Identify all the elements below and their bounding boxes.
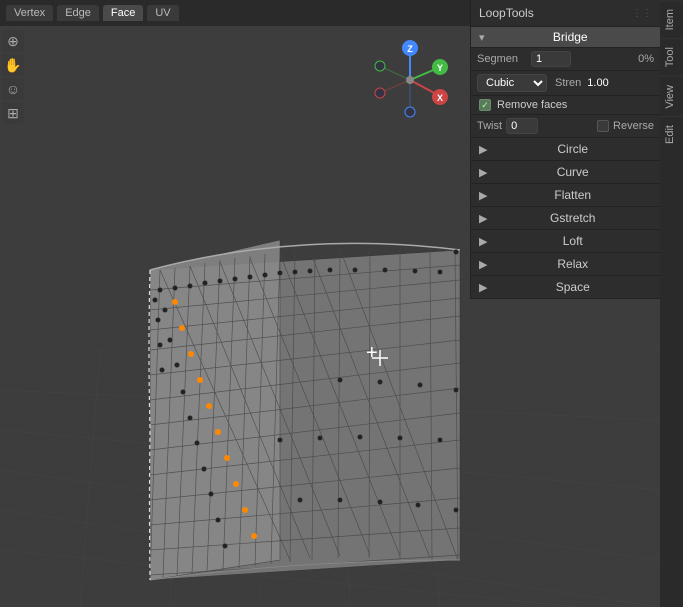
tool-item-curve[interactable]: ▶ Curve [471,161,660,184]
looptools-panel: LoopTools ⋮⋮ ▾ Bridge Segmen 0% Cubic St… [470,0,660,299]
bridge-label: Bridge [489,30,652,44]
grid-tool-button[interactable]: ⊞ [2,102,24,124]
tool-name-label: Loft [493,234,652,248]
tool-item-space[interactable]: ▶ Space [471,276,660,299]
remove-faces-row: ✓ Remove faces [471,96,660,115]
cubic-select[interactable]: Cubic [477,74,547,92]
tool-arrow-icon: ▶ [479,166,487,179]
vertex-tab[interactable]: Vertex [6,5,53,21]
remove-faces-checkbox[interactable]: ✓ [479,99,491,111]
tool-name-label: Relax [493,257,652,271]
twist-row: Twist Reverse [471,115,660,138]
svg-text:Z: Z [407,44,413,54]
tool-arrow-icon: ▶ [479,235,487,248]
reverse-label: Reverse [613,120,654,132]
panel-title: LoopTools [479,6,534,20]
strength-label: Stren [555,77,581,89]
bridge-active-item[interactable]: ▾ Bridge [471,27,660,48]
tool-arrow-icon: ▶ [479,143,487,156]
left-toolbar: ⊕ ✋ ☺ ⊞ [0,26,26,128]
tool-item-flatten[interactable]: ▶ Flatten [471,184,660,207]
tool-item-gstretch[interactable]: ▶ Gstretch [471,207,660,230]
strength-value: 1.00 [587,77,608,89]
panel-header: LoopTools ⋮⋮ [471,0,660,27]
sidebar-tab-tool[interactable]: Tool [660,38,683,75]
svg-text:X: X [437,93,443,103]
segments-label: Segmen [477,53,527,65]
face-tab[interactable]: Face [103,5,143,21]
edge-tab[interactable]: Edge [57,5,99,21]
svg-text:Y: Y [437,63,443,73]
grab-tool-button[interactable]: ✋ [2,54,24,76]
tool-name-label: Flatten [493,188,652,202]
tools-list: ▶ Circle ▶ Curve ▶ Flatten ▶ Gstretch ▶ … [471,138,660,299]
sidebar-tab-edit[interactable]: Edit [660,116,683,152]
uv-tab[interactable]: UV [147,5,178,21]
tool-name-label: Gstretch [493,211,652,225]
tool-item-relax[interactable]: ▶ Relax [471,253,660,276]
tool-name-label: Space [493,280,652,294]
segments-row: Segmen 0% [471,48,660,71]
panel-drag-handle[interactable]: ⋮⋮ [632,8,652,19]
crosshair [370,348,386,364]
tool-arrow-icon: ▶ [479,212,487,225]
twist-label: Twist [477,120,502,132]
reverse-checkbox[interactable] [597,120,609,132]
tool-item-circle[interactable]: ▶ Circle [471,138,660,161]
tool-name-label: Curve [493,165,652,179]
segments-input[interactable] [531,51,571,67]
tool-name-label: Circle [493,142,652,156]
tool-item-loft[interactable]: ▶ Loft [471,230,660,253]
cubic-row: Cubic Stren 1.00 [471,71,660,96]
remove-faces-label: Remove faces [497,99,567,111]
sidebar-tab-item[interactable]: Item [660,0,683,38]
tool-arrow-icon: ▶ [479,281,487,294]
right-sidebar: Item Tool View Edit [660,0,683,607]
add-tool-button[interactable]: ⊕ [2,30,24,52]
cursor-tool-button[interactable]: ☺ [2,78,24,100]
twist-input[interactable] [506,118,538,134]
bridge-arrow-icon: ▾ [479,31,485,44]
sidebar-tab-view[interactable]: View [660,76,683,117]
tool-arrow-icon: ▶ [479,189,487,202]
tool-arrow-icon: ▶ [479,258,487,271]
segments-percent: 0% [638,53,654,65]
axis-widget[interactable]: Z Y X [370,40,450,120]
